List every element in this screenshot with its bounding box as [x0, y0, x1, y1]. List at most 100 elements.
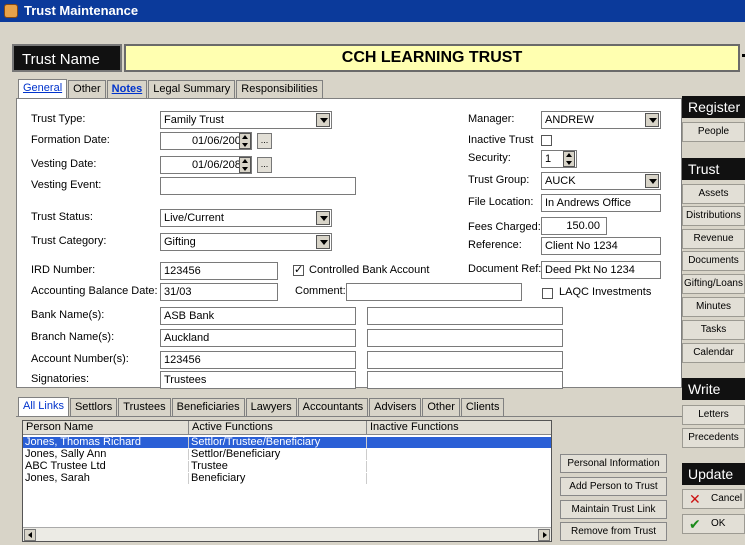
tab-other[interactable]: Other: [68, 80, 106, 98]
trust-type-select[interactable]: Family Trust: [160, 111, 332, 129]
close-icon: ✕: [689, 491, 701, 507]
col-person-name[interactable]: Person Name: [23, 421, 189, 435]
active-functions-cell: Trustee: [189, 461, 367, 472]
tab-all-links[interactable]: All Links: [18, 397, 69, 416]
trust-name-bar: Trust Name CCH LEARNING TRUST: [12, 44, 745, 72]
tab-other-links[interactable]: Other: [422, 398, 460, 416]
trust-type-value: Family Trust: [164, 114, 224, 126]
chevron-down-icon: [316, 211, 330, 225]
fees-charged-field[interactable]: 150.00: [541, 217, 607, 235]
trust-status-select[interactable]: Live/Current: [160, 209, 332, 227]
active-functions-cell: Beneficiary: [189, 473, 367, 484]
trust-category-select[interactable]: Gifting: [160, 233, 332, 251]
revenue-button[interactable]: Revenue: [682, 229, 745, 249]
branch-name-field[interactable]: Auckland: [160, 329, 356, 347]
gifting-loans-button[interactable]: Gifting/Loans: [682, 274, 745, 294]
trust-group-value: AUCK: [545, 175, 576, 187]
security-spinner[interactable]: [563, 151, 575, 167]
branch-name-field-2[interactable]: [367, 329, 563, 347]
action-sidebar: Register People Trust Assets Distributio…: [682, 94, 745, 545]
document-ref-field[interactable]: Deed Pkt No 1234: [541, 261, 661, 279]
tab-general-label: General: [23, 82, 63, 94]
bank-name-field[interactable]: ASB Bank: [160, 307, 356, 325]
remove-from-trust-button[interactable]: Remove from Trust: [560, 522, 667, 541]
letters-button[interactable]: Letters: [682, 405, 745, 425]
tab-clients[interactable]: Clients: [460, 398, 505, 416]
account-number-field-2[interactable]: [367, 351, 563, 369]
documents-button[interactable]: Documents: [682, 251, 745, 271]
accounting-date-field[interactable]: 31/03: [160, 283, 278, 301]
trust-group-label: Trust Group:: [468, 174, 530, 186]
laqc-checkbox[interactable]: [542, 288, 553, 299]
cancel-label: Cancel: [711, 493, 743, 504]
person-name-cell: Jones, Thomas Richard: [23, 437, 189, 448]
add-person-button[interactable]: Add Person to Trust: [560, 477, 667, 496]
tab-settlors[interactable]: Settlors: [69, 398, 118, 416]
tab-legal-summary[interactable]: Legal Summary: [148, 80, 236, 98]
reference-label: Reference:: [468, 239, 522, 251]
distributions-button[interactable]: Distributions: [682, 206, 745, 226]
tab-advisers[interactable]: Advisers: [369, 398, 422, 416]
calendar-button[interactable]: Calendar: [682, 343, 745, 363]
personal-information-button[interactable]: Personal Information: [560, 454, 667, 473]
security-label: Security:: [468, 152, 511, 164]
signatories-field-2[interactable]: [367, 371, 563, 389]
tab-responsibilities[interactable]: Responsibilities: [236, 80, 323, 98]
trust-type-label: Trust Type:: [31, 113, 86, 125]
formation-date-label: Formation Date:: [31, 134, 110, 146]
trust-group-select[interactable]: AUCK: [541, 172, 661, 190]
vesting-event-field[interactable]: [160, 177, 356, 195]
inactive-trust-label: Inactive Trust: [468, 134, 534, 146]
tasks-button[interactable]: Tasks: [682, 320, 745, 340]
horizontal-scrollbar[interactable]: [23, 527, 551, 541]
table-row[interactable]: Jones, Sarah Beneficiary: [23, 473, 551, 484]
inactive-trust-checkbox[interactable]: [541, 135, 552, 146]
trust-name-field[interactable]: CCH LEARNING TRUST: [124, 44, 740, 72]
controlled-bank-checkbox[interactable]: [293, 263, 304, 276]
trust-name-label: Trust Name: [12, 44, 122, 72]
formation-date-spinner[interactable]: [239, 133, 251, 149]
accounting-date-label: Accounting Balance Date:: [31, 285, 158, 297]
formation-date-picker-button[interactable]: ...: [257, 133, 272, 149]
scroll-right-icon[interactable]: [538, 529, 550, 541]
manager-select[interactable]: ANDREW: [541, 111, 661, 129]
table-row[interactable]: Jones, Thomas Richard Settlor/Trustee/Be…: [23, 437, 551, 448]
tab-lawyers[interactable]: Lawyers: [245, 398, 297, 416]
assets-button[interactable]: Assets: [682, 184, 745, 204]
person-name-cell: Jones, Sally Ann: [23, 449, 189, 460]
links-table[interactable]: Person Name Active Functions Inactive Fu…: [22, 420, 552, 542]
vesting-date-spinner[interactable]: [239, 157, 251, 173]
file-location-field[interactable]: In Andrews Office: [541, 194, 661, 212]
tab-notes-label: Notes: [111, 83, 143, 95]
people-button[interactable]: People: [682, 122, 745, 142]
maintain-trust-link-button[interactable]: Maintain Trust Link: [560, 500, 667, 519]
chevron-down-icon: [316, 113, 330, 127]
vesting-date-picker-button[interactable]: ...: [257, 157, 272, 173]
comment-field[interactable]: [346, 283, 522, 301]
document-ref-label: Document Ref:: [468, 263, 542, 275]
tab-notes[interactable]: Notes: [106, 80, 148, 98]
title-bar: Trust Maintenance: [0, 0, 745, 22]
trust-status-label: Trust Status:: [31, 211, 93, 223]
bank-name-field-2[interactable]: [367, 307, 563, 325]
manager-value: ANDREW: [545, 114, 594, 126]
cancel-button[interactable]: ✕ Cancel: [682, 489, 745, 509]
scroll-left-icon[interactable]: [24, 529, 36, 541]
tab-general[interactable]: General: [18, 79, 68, 98]
table-row[interactable]: Jones, Sally Ann Settlor/Beneficiary: [23, 449, 551, 460]
tab-trustees[interactable]: Trustees: [118, 398, 171, 416]
account-number-field[interactable]: 123456: [160, 351, 356, 369]
table-row[interactable]: ABC Trustee Ltd Trustee: [23, 461, 551, 472]
col-active-functions[interactable]: Active Functions: [189, 421, 367, 435]
col-inactive-functions[interactable]: Inactive Functions: [367, 421, 551, 435]
ird-number-field[interactable]: 123456: [160, 262, 278, 280]
tab-accountants[interactable]: Accountants: [297, 398, 369, 416]
tab-beneficiaries[interactable]: Beneficiaries: [171, 398, 245, 416]
precedents-button[interactable]: Precedents: [682, 428, 745, 448]
reference-field[interactable]: Client No 1234: [541, 237, 661, 255]
chevron-down-icon: [645, 113, 659, 127]
ok-button[interactable]: ✔ OK: [682, 514, 745, 534]
fees-charged-label: Fees Charged:: [468, 221, 541, 233]
minutes-button[interactable]: Minutes: [682, 297, 745, 317]
signatories-field[interactable]: Trustees: [160, 371, 356, 389]
